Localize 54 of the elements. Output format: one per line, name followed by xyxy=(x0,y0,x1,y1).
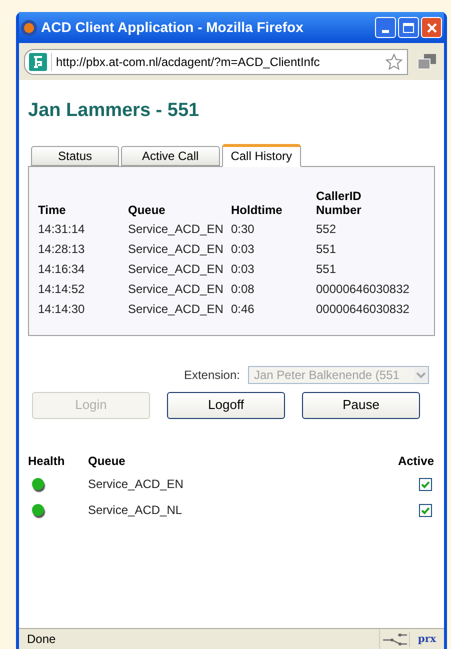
dropdown-value: Jan Peter Balkenende (551 xyxy=(254,366,400,382)
table-cell-text: 00000646030832 xyxy=(316,300,410,318)
table-cell-text: Service_ACD_EN xyxy=(128,300,224,318)
table-cell-text: 0:46 xyxy=(231,300,256,318)
column-header: Active xyxy=(396,452,434,470)
table-cell-text: Service_ACD_EN xyxy=(128,260,224,278)
close-icon xyxy=(426,22,438,34)
action-button[interactable]: Pause xyxy=(302,392,420,418)
checkbox[interactable] xyxy=(419,478,432,491)
table-cell-text: 14:14:52 xyxy=(38,280,86,298)
maximize-button[interactable] xyxy=(398,17,419,38)
star-icon[interactable] xyxy=(385,52,403,70)
status-text: Done xyxy=(26,631,57,648)
extension-label: Extension: xyxy=(184,366,240,384)
caret-icon xyxy=(414,368,428,382)
tab[interactable]: Status xyxy=(31,146,119,166)
table-cell-text: 14:14:30 xyxy=(38,300,86,318)
url-text: http://pbx.at-com.nl/acdagent/?m=ACD_ClientInfc xyxy=(51,52,381,70)
browser-logo-icon xyxy=(21,20,37,36)
table-cell-text: Service_ACD_EN xyxy=(128,240,224,258)
table-cell-text: 551 xyxy=(316,260,338,278)
table-cell-text: 0:08 xyxy=(231,280,256,298)
table-cell-text: 14:31:14 xyxy=(38,220,86,238)
action-button[interactable]: Logoff xyxy=(167,392,285,418)
column-header: Health xyxy=(28,452,66,470)
table-cell-text: 14:16:34 xyxy=(38,260,86,278)
site-icon xyxy=(29,52,47,70)
table-cell-text: 0:30 xyxy=(231,220,256,238)
close-button[interactable] xyxy=(421,17,442,38)
column-header: Queue xyxy=(88,452,126,470)
agent-heading: Jan Lammers - 551 xyxy=(28,99,200,123)
table-cell-text: 0:03 xyxy=(231,240,256,258)
column-header: Holdtime xyxy=(231,202,284,218)
column-header: CallerID Number xyxy=(316,188,362,218)
table-cell-text: Service_ACD_EN xyxy=(128,280,224,298)
table-cell-text: Service_ACD_EN xyxy=(88,476,184,492)
address-field[interactable]: http://pbx.at-com.nl/acdagent/?m=ACD_ClientInfc xyxy=(24,48,408,74)
window-title: ACD Client Application - Mozilla Firefox xyxy=(41,18,304,37)
connection-icon xyxy=(379,629,409,649)
windows-icon[interactable] xyxy=(416,52,438,72)
table-cell-text: 0:03 xyxy=(231,260,256,278)
table-cell-text: 552 xyxy=(316,220,338,238)
table-cell-text: Service_ACD_NL xyxy=(88,502,184,518)
table-cell-text: Service_ACD_EN xyxy=(128,220,224,238)
tab[interactable]: Call History xyxy=(222,144,302,166)
column-header: Time xyxy=(38,202,67,218)
checkbox[interactable] xyxy=(419,504,432,517)
minimize-button[interactable] xyxy=(375,17,396,38)
table-cell-text: 551 xyxy=(316,240,338,258)
tab[interactable]: Active Call xyxy=(121,146,220,166)
table-cell-text: 14:28:13 xyxy=(38,240,86,258)
column-header: Queue xyxy=(128,202,166,218)
table-cell-text: 00000646030832 xyxy=(316,280,410,298)
status-badge: prx xyxy=(409,632,444,646)
